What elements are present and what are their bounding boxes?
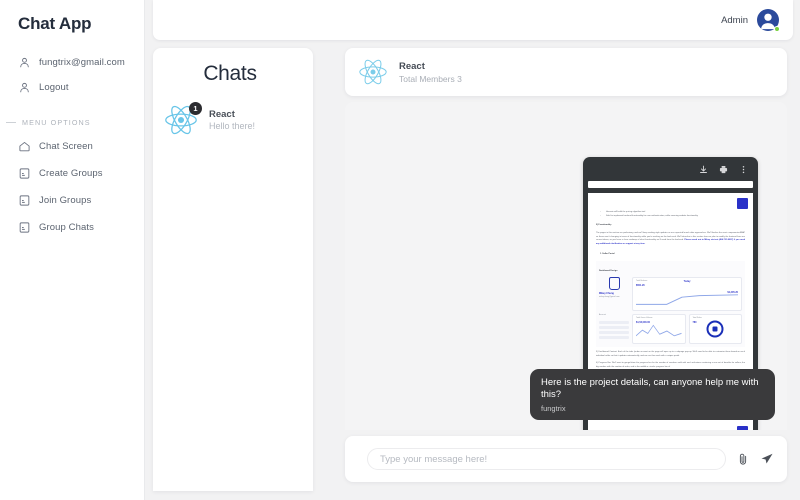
mockup-menu-item bbox=[599, 326, 629, 330]
mockup-menu-list bbox=[599, 321, 629, 340]
sidebar-item-group-chats[interactable]: Group Chats bbox=[0, 214, 144, 241]
message-input[interactable] bbox=[367, 448, 726, 470]
mockup-top-row: Mikey Chung mikeychung@gmail.com Total B… bbox=[599, 276, 742, 311]
chat-message-area: Hassain will build the pricing algorithm… bbox=[345, 102, 787, 430]
sidebar-item-join-groups[interactable]: Join Groups bbox=[0, 187, 144, 214]
home-icon bbox=[18, 140, 31, 153]
react-logo-icon: 1 bbox=[159, 100, 203, 140]
pdf-page-strip bbox=[588, 181, 753, 188]
mockup-gross-label: Total Gross Volume bbox=[636, 316, 653, 319]
mockup-sales-value: 780 bbox=[692, 320, 697, 324]
unread-badge: 1 bbox=[189, 102, 202, 115]
download-icon[interactable] bbox=[699, 165, 708, 174]
chat-list-item-name: React bbox=[209, 109, 235, 120]
sidebar-item-label: Logout bbox=[39, 82, 69, 93]
mockup-menu-column: Account bbox=[599, 314, 629, 344]
mockup-balance-label: Total Balance bbox=[636, 279, 648, 282]
mockup-total-sales-card: Total Sales 780 bbox=[688, 313, 742, 344]
user-icon bbox=[18, 81, 31, 94]
sidebar-item-logout[interactable]: Logout bbox=[0, 75, 144, 100]
chat-header-meta: React Total Members 3 bbox=[399, 61, 462, 84]
document-subsection-heading: 1. Seller Portal bbox=[600, 252, 615, 255]
mockup-today-label: Today bbox=[683, 279, 691, 283]
paperclip-icon[interactable] bbox=[736, 452, 750, 466]
dashboard-mockup: Dashboard Design Mikey Chung mikeychung@… bbox=[596, 261, 745, 347]
sidebar-item-create-groups[interactable]: Create Groups bbox=[0, 160, 144, 187]
sidebar-item-account-email[interactable]: fungtrix@gmail.com bbox=[0, 50, 144, 75]
online-status-dot bbox=[774, 25, 780, 32]
menu-options-label: MENU OPTIONS bbox=[22, 118, 91, 127]
mockup-user-email: mikeychung@gmail.com bbox=[599, 296, 620, 299]
mockup-gross-sparkline bbox=[636, 323, 682, 339]
document-logo-mark bbox=[737, 198, 748, 209]
document-logo-mark-bottom bbox=[737, 426, 748, 430]
pdf-toolbar bbox=[583, 157, 758, 181]
document-section-heading: 2) Functionality bbox=[596, 224, 612, 227]
document-paragraph: The pages in this section are preliminar… bbox=[596, 232, 745, 247]
mockup-menu-item bbox=[599, 321, 629, 325]
sidebar-item-label: Create Groups bbox=[39, 168, 103, 179]
chat-header: React Total Members 3 bbox=[345, 48, 787, 96]
admin-label: Admin bbox=[721, 14, 748, 26]
mockup-gross-volume-card: Total Gross Volume $1,53,000.00 bbox=[632, 313, 686, 344]
mockup-balance-sparkline bbox=[636, 290, 738, 306]
chats-panel-title: Chats bbox=[203, 62, 257, 85]
chat-header-name: React bbox=[399, 60, 425, 72]
react-logo-icon bbox=[354, 54, 392, 90]
mockup-avatar-icon bbox=[608, 276, 620, 290]
card-icon bbox=[18, 167, 31, 180]
card-icon bbox=[18, 194, 31, 207]
avatar[interactable] bbox=[757, 9, 780, 32]
mockup-progress-gauge bbox=[706, 320, 724, 338]
heading-dash bbox=[6, 122, 16, 123]
sidebar: Chat App fungtrix@gmail.com Logout MENU … bbox=[0, 0, 145, 500]
mockup-title: Dashboard Design bbox=[599, 270, 618, 273]
mockup-profile-column: Mikey Chung mikeychung@gmail.com bbox=[599, 276, 629, 311]
sidebar-menu-list: Chat Screen Create Groups Join Groups Gr… bbox=[0, 133, 144, 241]
sidebar-item-chat-screen[interactable]: Chat Screen bbox=[0, 133, 144, 160]
top-header-bar: Admin bbox=[153, 0, 793, 40]
message-bubble-outgoing: Here is the project details, can anyone … bbox=[530, 369, 775, 420]
mockup-sales-label: Total Sales bbox=[692, 316, 702, 319]
sidebar-item-label: fungtrix@gmail.com bbox=[39, 57, 125, 68]
document-bullet: Sahil to implement backend functionality… bbox=[600, 215, 745, 219]
sidebar-item-label: Group Chats bbox=[39, 222, 94, 233]
mockup-account-label: Account bbox=[599, 313, 606, 316]
chat-header-members: Total Members 3 bbox=[399, 73, 462, 84]
chat-list-item-preview: Hello there! bbox=[209, 121, 256, 131]
mockup-menu-item bbox=[599, 336, 629, 340]
chat-list-item-meta: React Hello there! bbox=[209, 109, 255, 131]
mockup-bottom-row: Account Total Gross Volume $1,53,000.00 … bbox=[599, 313, 742, 344]
card-icon bbox=[18, 221, 31, 234]
send-icon[interactable] bbox=[760, 452, 774, 466]
print-icon[interactable] bbox=[719, 165, 728, 174]
chat-app-window: Chat App fungtrix@gmail.com Logout MENU … bbox=[0, 0, 800, 500]
document-footer-note-1: 3) Dashboard Content. Each of the tabs (… bbox=[596, 350, 745, 357]
menu-options-heading: MENU OPTIONS bbox=[0, 118, 144, 127]
user-icon bbox=[18, 56, 31, 69]
sidebar-item-label: Join Groups bbox=[39, 195, 92, 206]
mockup-balance-value: $501.26 bbox=[636, 283, 645, 287]
mockup-menu-item bbox=[599, 331, 629, 335]
message-composer bbox=[345, 436, 787, 482]
message-text: Here is the project details, can anyone … bbox=[541, 377, 759, 401]
sidebar-item-label: Chat Screen bbox=[39, 141, 93, 152]
more-options-icon[interactable] bbox=[739, 165, 748, 174]
sidebar-account-list: fungtrix@gmail.com Logout bbox=[0, 50, 144, 100]
mockup-balance-card: Total Balance $501.26 Today $1,205.20 bbox=[632, 276, 742, 311]
message-sender: fungtrix bbox=[541, 404, 566, 413]
document-bullet-list: Hassain will build the pricing algorithm… bbox=[600, 211, 745, 219]
chat-list-item-react[interactable]: 1 React Hello there! bbox=[153, 98, 313, 142]
app-brand-title: Chat App bbox=[18, 14, 92, 33]
chats-panel: Chats 1 React Hello there! bbox=[153, 48, 313, 491]
chat-conversation-panel: React Total Members 3 - Hassain will bui… bbox=[345, 48, 787, 482]
